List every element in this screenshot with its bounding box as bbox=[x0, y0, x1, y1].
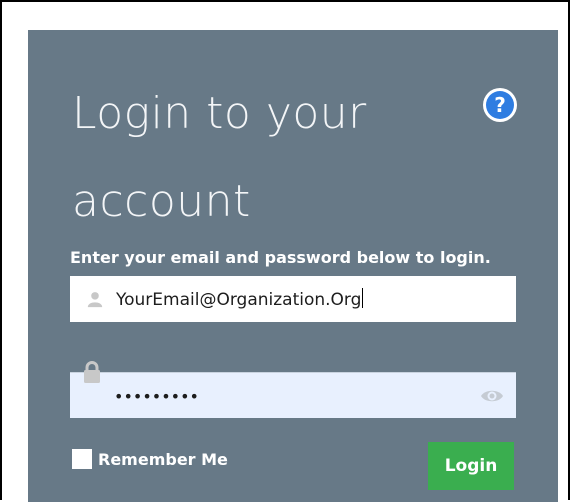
help-button[interactable]: ? bbox=[483, 88, 517, 122]
password-value: ••••••••• bbox=[114, 387, 199, 406]
lock-icon bbox=[84, 361, 100, 383]
eye-icon[interactable] bbox=[480, 387, 504, 405]
screenshot-frame: Login to your account ? Enter your email… bbox=[0, 0, 570, 502]
email-field[interactable]: YourEmail@Organization.Org bbox=[70, 276, 516, 322]
page-title: Login to your account bbox=[72, 88, 367, 227]
login-instructions: Enter your email and password below to l… bbox=[70, 248, 491, 267]
remember-me-label: Remember Me bbox=[98, 449, 228, 469]
user-icon bbox=[87, 292, 103, 308]
login-panel: Login to your account ? Enter your email… bbox=[28, 30, 558, 502]
remember-me-checkbox[interactable] bbox=[72, 449, 92, 469]
remember-me[interactable]: Remember Me bbox=[72, 448, 228, 470]
email-value: YourEmail@Organization.Org bbox=[116, 288, 364, 310]
login-button[interactable]: Login bbox=[428, 442, 514, 490]
help-icon: ? bbox=[486, 91, 514, 119]
password-field[interactable]: ••••••••• bbox=[70, 361, 516, 418]
